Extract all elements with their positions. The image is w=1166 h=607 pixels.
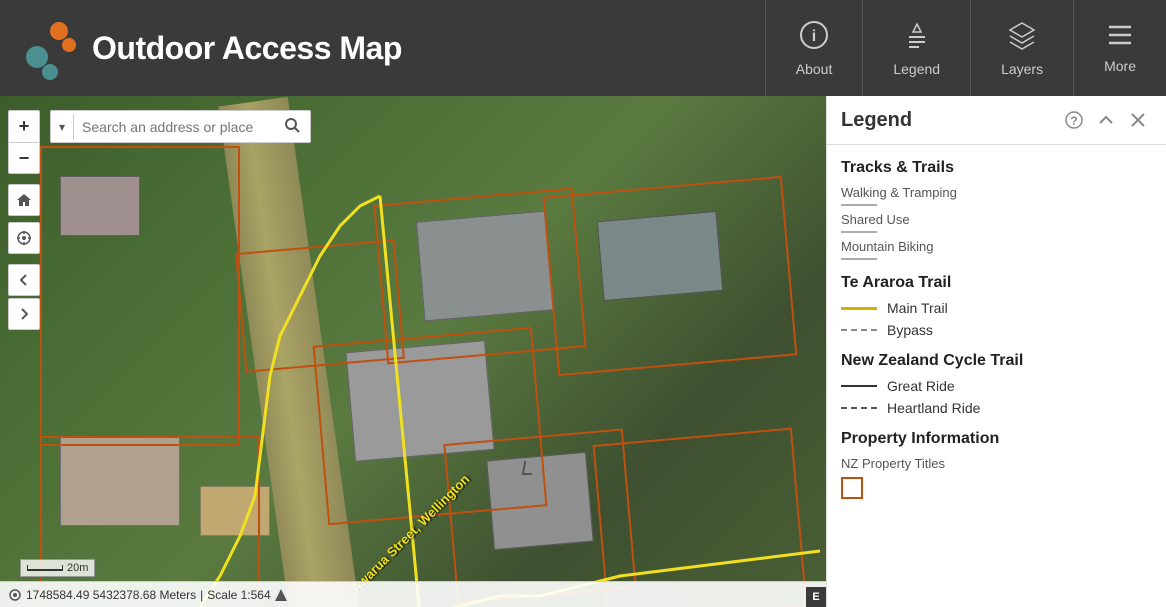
- bypass-line: [841, 329, 877, 331]
- coordinates: 1748584.49 5432378.68 Meters: [26, 588, 196, 602]
- scale-text: |: [200, 588, 203, 602]
- legend-property-box: [841, 477, 1152, 499]
- more-icon: [1105, 22, 1135, 54]
- nz-property-titles-label: NZ Property Titles: [841, 456, 1152, 471]
- mountain-biking-label: Mountain Biking: [841, 239, 1152, 254]
- nav-back-button[interactable]: [8, 264, 40, 296]
- nav-layers[interactable]: Layers: [970, 0, 1073, 96]
- logo-area: Outdoor Access Map: [0, 18, 422, 78]
- boundary-2: [543, 176, 798, 376]
- zoom-controls: + −: [8, 110, 40, 174]
- legend-title: Legend: [841, 109, 1056, 132]
- nav-legend[interactable]: Legend: [862, 0, 970, 96]
- svg-text:i: i: [812, 28, 816, 45]
- layers-icon: [1006, 20, 1038, 57]
- nav-area: i About Legend: [765, 0, 1166, 96]
- logo-dot-4: [42, 64, 58, 80]
- layers-label: Layers: [1001, 61, 1043, 77]
- dropdown-arrow: ▾: [59, 120, 65, 134]
- legend-close-button[interactable]: [1124, 106, 1152, 134]
- scale-arrow-icon: [275, 589, 287, 601]
- scale-bar: [27, 565, 63, 571]
- legend-nav-label: Legend: [893, 61, 940, 77]
- coords-display: 1748584.49 5432378.68 Meters | Scale 1:5…: [8, 588, 287, 602]
- legend-main-trail: Main Trail: [841, 300, 1152, 316]
- legend-panel: Legend ? Tracks & Trails Walking & Tramp…: [826, 96, 1166, 607]
- main-trail-label: Main Trail: [887, 300, 948, 316]
- legend-header: Legend ?: [827, 96, 1166, 145]
- heartland-ride-label: Heartland Ride: [887, 400, 980, 416]
- about-icon: i: [799, 20, 829, 57]
- search-bar: ▾: [50, 110, 311, 143]
- legend-great-ride: Great Ride: [841, 378, 1152, 394]
- nav-forward-button[interactable]: [8, 298, 40, 330]
- app-title: Outdoor Access Map: [92, 30, 402, 67]
- scale-ratio: Scale 1:564: [207, 588, 270, 602]
- mountain-biking-dash: [841, 258, 877, 260]
- logo-dot-1: [50, 22, 68, 40]
- section-title-nz-cycle: New Zealand Cycle Trail: [841, 352, 1152, 370]
- logo-dots: [20, 18, 80, 78]
- nav-about[interactable]: i About: [765, 0, 863, 96]
- legend-heartland-ride: Heartland Ride: [841, 400, 1152, 416]
- section-title-property: Property Information: [841, 430, 1152, 448]
- map-cursor[interactable]: [523, 461, 533, 471]
- legend-collapse-button[interactable]: [1092, 106, 1120, 134]
- section-title-tracks: Tracks & Trails: [841, 159, 1152, 177]
- great-ride-label: Great Ride: [887, 378, 955, 394]
- logo-dot-2: [62, 38, 76, 52]
- property-box-icon: [841, 477, 863, 499]
- legend-help-button[interactable]: ?: [1060, 106, 1088, 134]
- section-title-te-araroa: Te Araroa Trail: [841, 274, 1152, 292]
- map-controls: + −: [8, 110, 40, 330]
- gps-button[interactable]: [8, 222, 40, 254]
- zoom-in-button[interactable]: +: [8, 110, 40, 142]
- scale-label: 20m: [67, 562, 88, 574]
- shared-use-dash: [841, 231, 877, 233]
- legend-body: Tracks & Trails Walking & Tramping Share…: [827, 145, 1166, 519]
- search-dropdown-button[interactable]: ▾: [51, 114, 74, 140]
- heartland-ride-line: [841, 407, 877, 409]
- home-button[interactable]: [8, 184, 40, 216]
- walking-label: Walking & Tramping: [841, 185, 1152, 200]
- zoom-out-button[interactable]: −: [8, 142, 40, 174]
- location-icon: [8, 588, 22, 602]
- legend-bypass: Bypass: [841, 322, 1152, 338]
- scale-indicator: 20m: [20, 559, 95, 577]
- boundary-6: [40, 146, 240, 446]
- app-header: Outdoor Access Map i About Legend: [0, 0, 1166, 96]
- bypass-label: Bypass: [887, 322, 933, 338]
- walking-dash: [841, 204, 877, 206]
- main-trail-line: [841, 307, 877, 310]
- legend-icon: [901, 20, 933, 57]
- about-label: About: [796, 61, 833, 77]
- great-ride-line: [841, 385, 877, 387]
- svg-text:?: ?: [1070, 114, 1077, 128]
- search-button[interactable]: [274, 111, 310, 142]
- shared-use-label: Shared Use: [841, 212, 1152, 227]
- more-label: More: [1104, 58, 1136, 74]
- boundary-8: [235, 239, 405, 372]
- search-input[interactable]: [74, 113, 274, 141]
- nav-more[interactable]: More: [1073, 0, 1166, 96]
- e-badge: E: [806, 587, 826, 607]
